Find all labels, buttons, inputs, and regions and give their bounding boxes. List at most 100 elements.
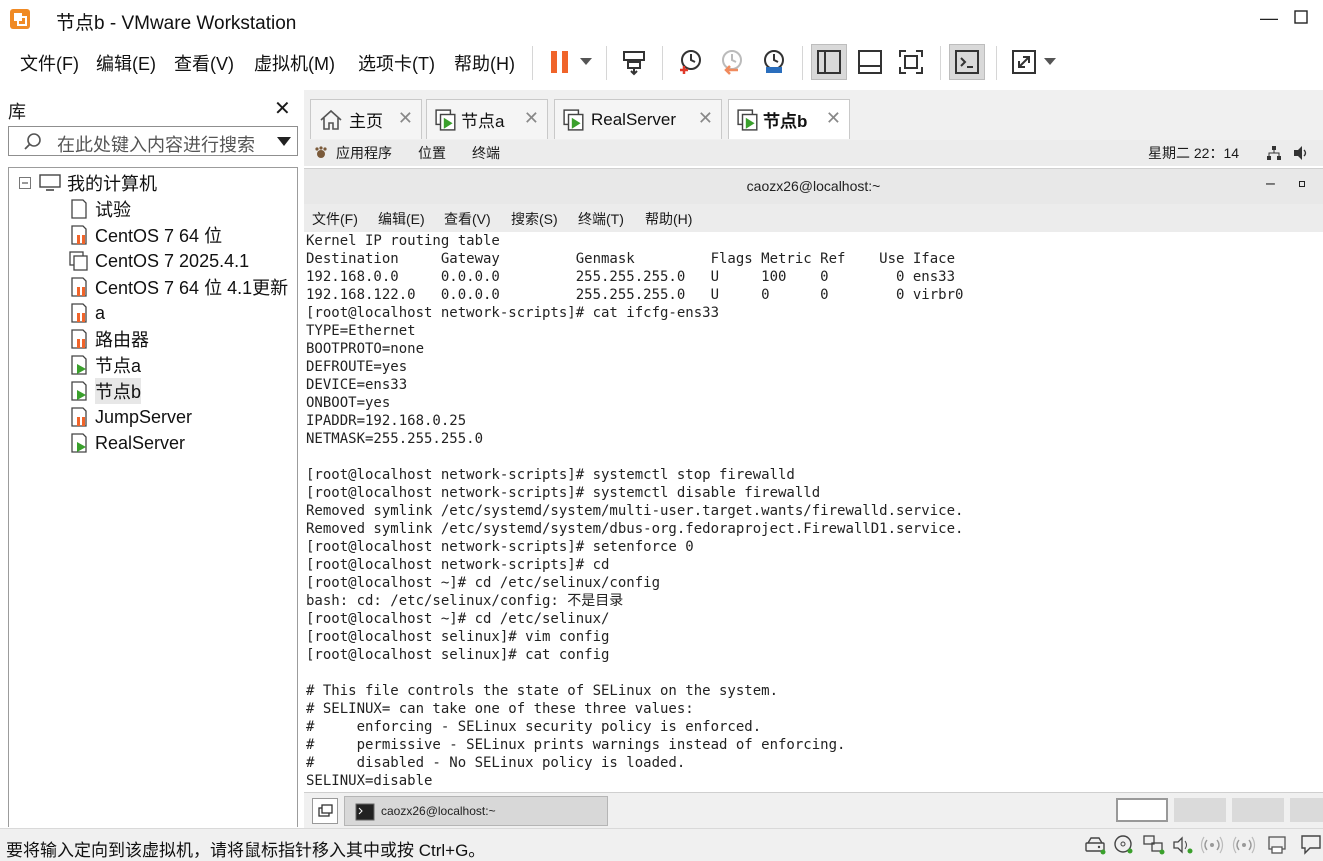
tab-node-a[interactable]: 节点a ✕ — [426, 99, 548, 139]
menu-view[interactable]: 查看(V) — [174, 50, 234, 76]
places-menu[interactable]: 位置 — [418, 143, 446, 163]
menu-vm[interactable]: 虚拟机(M) — [254, 50, 335, 76]
tree-root-label: 我的计算机 — [67, 174, 157, 194]
collapse-icon[interactable] — [19, 177, 31, 189]
printer-icon[interactable] — [1266, 834, 1288, 856]
vm-running-icon — [71, 433, 87, 453]
terminal-line: 192.168.122.0 0.0.0.0 255.255.255.0 U 0 … — [306, 287, 964, 303]
network-icon[interactable] — [1266, 145, 1282, 161]
clock[interactable]: 星期二 22：14 — [1148, 143, 1239, 163]
network-adapter-icon[interactable] — [1142, 834, 1166, 856]
toolbar-separator — [662, 46, 663, 80]
workspace-3[interactable] — [1232, 798, 1284, 822]
show-desktop-icon[interactable] — [312, 798, 338, 824]
vm-paused-icon — [71, 329, 87, 349]
power-dropdown-icon[interactable] — [572, 44, 600, 80]
maximize-icon[interactable] — [1291, 8, 1311, 28]
minimize-icon[interactable]: – — [1266, 175, 1275, 193]
library-tree: 我的计算机 试验 CentOS 7 64 位 CentOS 7 2025.4.1… — [8, 167, 298, 827]
send-keys-icon[interactable] — [616, 44, 652, 80]
workspace-2[interactable] — [1174, 798, 1226, 822]
console-view-icon[interactable] — [949, 44, 985, 80]
tree-item-label: JumpServer — [95, 406, 193, 427]
terminal-line: IPADDR=192.168.0.25 — [306, 413, 467, 429]
terminal-app-menu[interactable]: 终端 — [472, 143, 500, 163]
workspace-1[interactable] — [1116, 798, 1168, 822]
close-icon[interactable]: ✕ — [524, 108, 539, 129]
tree-item-vm-selected[interactable]: 节点b — [69, 378, 142, 404]
menu-tabs[interactable]: 选项卡(T) — [358, 50, 435, 76]
maximize-icon[interactable] — [1299, 181, 1305, 187]
library-view-icon[interactable] — [811, 44, 847, 80]
tab-node-b[interactable]: 节点b ✕ — [728, 99, 850, 139]
close-icon[interactable]: ✕ — [826, 108, 841, 129]
revert-snapshot-icon[interactable] — [714, 44, 750, 80]
terminal-menu-edit[interactable]: 编辑(E) — [378, 209, 425, 229]
terminal-menu-view[interactable]: 查看(V) — [444, 209, 491, 229]
menu-help[interactable]: 帮助(H) — [454, 50, 515, 76]
vm-paused-icon — [71, 303, 87, 323]
fullscreen-icon[interactable] — [893, 44, 929, 80]
terminal-line: # permissive - SELinux prints warnings i… — [306, 737, 846, 753]
terminal-line: BOOTPROTO=none — [306, 341, 425, 357]
guest-taskbar: caozx26@localhost:~ — [304, 792, 1323, 828]
tree-item-label: 节点b — [95, 378, 142, 404]
stretch-dropdown-icon[interactable] — [1038, 44, 1062, 80]
vm-running-icon — [737, 108, 758, 131]
terminal-menu-file[interactable]: 文件(F) — [312, 209, 358, 229]
gnome-foot-icon — [315, 146, 327, 158]
tree-item-vm[interactable]: 试验 — [69, 197, 131, 221]
applications-menu[interactable]: 应用程序 — [336, 143, 392, 163]
close-icon[interactable]: ✕ — [274, 96, 291, 121]
terminal-line: [root@localhost network-scripts]# setenf… — [306, 539, 694, 555]
thumbnail-view-icon[interactable] — [852, 44, 888, 80]
wireless-icon[interactable] — [1232, 835, 1256, 855]
cd-dvd-icon[interactable] — [1113, 834, 1135, 856]
tree-item-vm[interactable]: JumpServer — [69, 405, 192, 429]
terminal-menu-help[interactable]: 帮助(H) — [645, 209, 692, 229]
chevron-down-icon[interactable] — [277, 137, 291, 147]
message-icon[interactable] — [1300, 834, 1322, 856]
library-title: 库 — [8, 102, 26, 122]
tree-item-vm[interactable]: CentOS 7 2025.4.1 — [69, 249, 249, 273]
home-icon — [320, 109, 342, 130]
terminal-line: Removed symlink /etc/systemd/system/mult… — [306, 503, 964, 519]
terminal-line: SELINUX=disable — [306, 773, 433, 789]
tab-realserver[interactable]: RealServer ✕ — [554, 99, 722, 139]
minimize-icon[interactable]: — — [1259, 8, 1279, 28]
tree-item-vm[interactable]: CentOS 7 64 位 4.1更新 — [69, 275, 288, 299]
sound-icon[interactable] — [1172, 835, 1194, 855]
workspace-4[interactable] — [1290, 798, 1323, 822]
tab-home[interactable]: 主页 ✕ — [310, 99, 422, 139]
tree-item-vm[interactable]: 节点a — [69, 353, 141, 377]
menu-file[interactable]: 文件(F) — [20, 50, 79, 76]
tree-item-label: 路由器 — [95, 330, 149, 350]
title-bar: 节点b - VMware Workstation — — [0, 0, 1323, 38]
vm-paused-icon — [71, 225, 87, 245]
close-icon[interactable]: ✕ — [398, 108, 413, 129]
terminal-line: [root@localhost ~]# cd /etc/selinux/conf… — [306, 575, 661, 591]
terminal-menu-terminal[interactable]: 终端(T) — [578, 209, 624, 229]
snapshot-manager-icon[interactable] — [756, 44, 792, 80]
tree-item-label: CentOS 7 64 位 — [95, 226, 223, 246]
menu-edit[interactable]: 编辑(E) — [96, 50, 156, 76]
library-search-input[interactable]: 在此处键入内容进行搜索 — [8, 126, 298, 156]
tree-root-my-computer[interactable]: 我的计算机 — [19, 171, 157, 195]
tree-item-vm[interactable]: a — [69, 301, 105, 325]
terminal-title: caozx26@localhost:~ — [746, 178, 881, 194]
tree-item-vm[interactable]: RealServer — [69, 431, 185, 455]
terminal-output[interactable]: Kernel IP routing table Destination Gatew… — [304, 232, 1323, 792]
tree-item-vm[interactable]: 路由器 — [69, 327, 149, 351]
vm-console[interactable]: 应用程序 位置 终端 星期二 22：14 caozx26@localhost:~… — [304, 140, 1323, 828]
close-icon[interactable]: ✕ — [698, 108, 713, 129]
stretch-icon[interactable] — [1006, 44, 1042, 80]
volume-icon[interactable] — [1292, 145, 1310, 161]
snapshot-icon[interactable] — [672, 44, 708, 80]
taskbar-terminal-window[interactable]: caozx26@localhost:~ — [344, 796, 608, 826]
usb-icon[interactable] — [1200, 835, 1224, 855]
window-title: 节点b - VMware Workstation — [56, 13, 297, 34]
hard-disk-icon[interactable] — [1084, 835, 1106, 855]
tree-item-vm[interactable]: CentOS 7 64 位 — [69, 223, 222, 247]
terminal-menu-search[interactable]: 搜索(S) — [511, 209, 558, 229]
terminal-line: DEVICE=ens33 — [306, 377, 408, 393]
